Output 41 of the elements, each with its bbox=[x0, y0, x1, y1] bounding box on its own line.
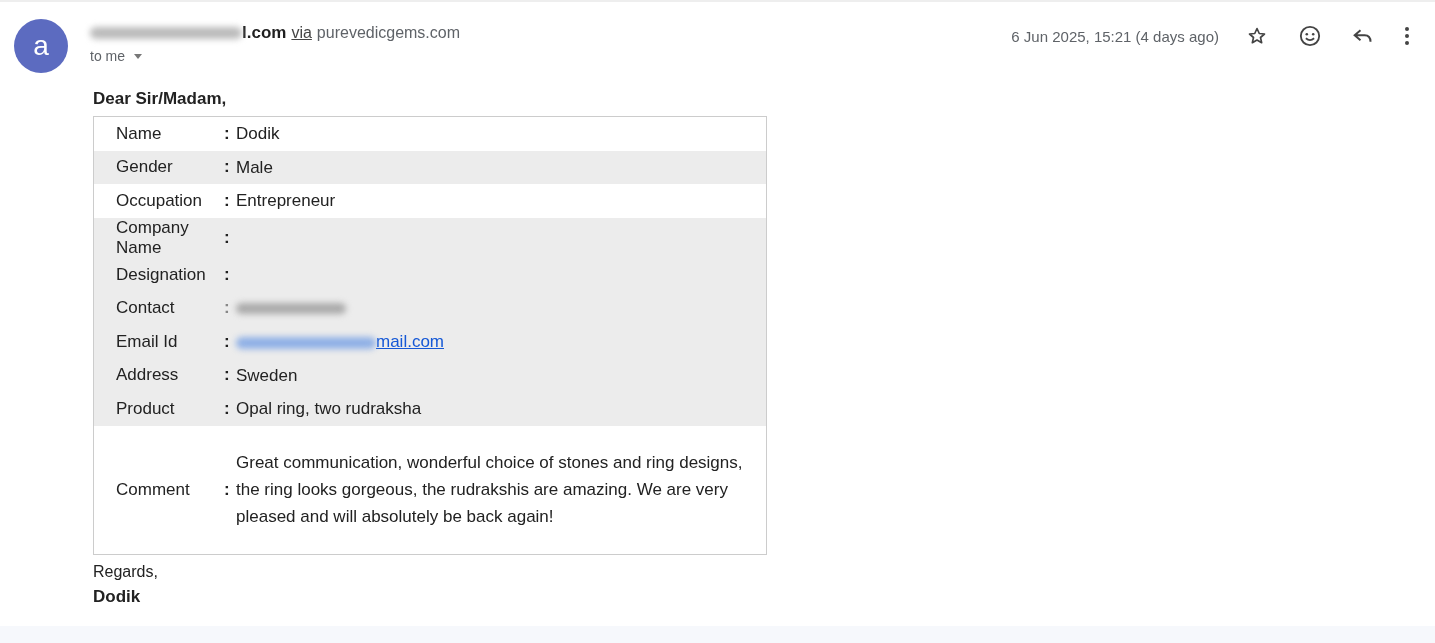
colon: : bbox=[224, 157, 231, 178]
field-label: Contact bbox=[115, 298, 176, 319]
colon: : bbox=[224, 331, 231, 352]
colon: : bbox=[224, 479, 231, 500]
colon: : bbox=[224, 365, 231, 386]
closing: Regards, bbox=[93, 562, 159, 581]
field-value: Entrepreneur bbox=[236, 191, 336, 211]
field-value: Sweden bbox=[236, 365, 298, 385]
colon: : bbox=[224, 227, 231, 248]
colon: : bbox=[224, 398, 231, 419]
sender-address: l.com bbox=[242, 23, 287, 43]
field-label: Gender bbox=[115, 157, 174, 178]
caret-icon[interactable] bbox=[134, 53, 142, 59]
reply-icon[interactable] bbox=[1353, 28, 1373, 44]
via-link[interactable]: via bbox=[291, 24, 312, 42]
field-value: Great communication, wonderful choice of stones and ring designs, the ring looks gorgeous, the rudrakshis are amazing. We are very pleased and will absolutely be back again! bbox=[236, 453, 743, 527]
field-value: Dodik bbox=[236, 124, 280, 144]
avatar: a bbox=[14, 19, 68, 73]
more-icon[interactable] bbox=[1405, 27, 1409, 45]
email-link[interactable]: mail.com bbox=[376, 332, 444, 352]
colon: : bbox=[224, 264, 231, 285]
field-label: Comment bbox=[115, 479, 191, 500]
recipient-label: to me bbox=[90, 48, 125, 64]
field-label: Company Name bbox=[115, 217, 190, 258]
field-label: Product bbox=[115, 398, 176, 419]
field-value: Male bbox=[236, 157, 273, 177]
date-label: 6 Jun 2025, 15:21 (4 days ago) bbox=[1011, 27, 1219, 45]
field-label: Designation bbox=[115, 264, 207, 285]
colon: : bbox=[224, 298, 231, 319]
greeting: Dear Sir/Madam, bbox=[93, 89, 228, 109]
field-value: Opal ring, two rudraksha bbox=[236, 399, 422, 419]
field-label: Occupation bbox=[115, 191, 203, 211]
emoji-icon[interactable] bbox=[1299, 25, 1321, 47]
star-icon[interactable] bbox=[1247, 26, 1267, 46]
field-label: Name bbox=[115, 123, 163, 144]
field-label: Address bbox=[115, 365, 180, 386]
colon: : bbox=[224, 191, 231, 211]
signature: Dodik bbox=[93, 586, 142, 607]
colon: : bbox=[224, 123, 231, 144]
field-label: Email Id bbox=[115, 331, 179, 352]
via-domain: purevedicgems.com bbox=[316, 24, 461, 42]
